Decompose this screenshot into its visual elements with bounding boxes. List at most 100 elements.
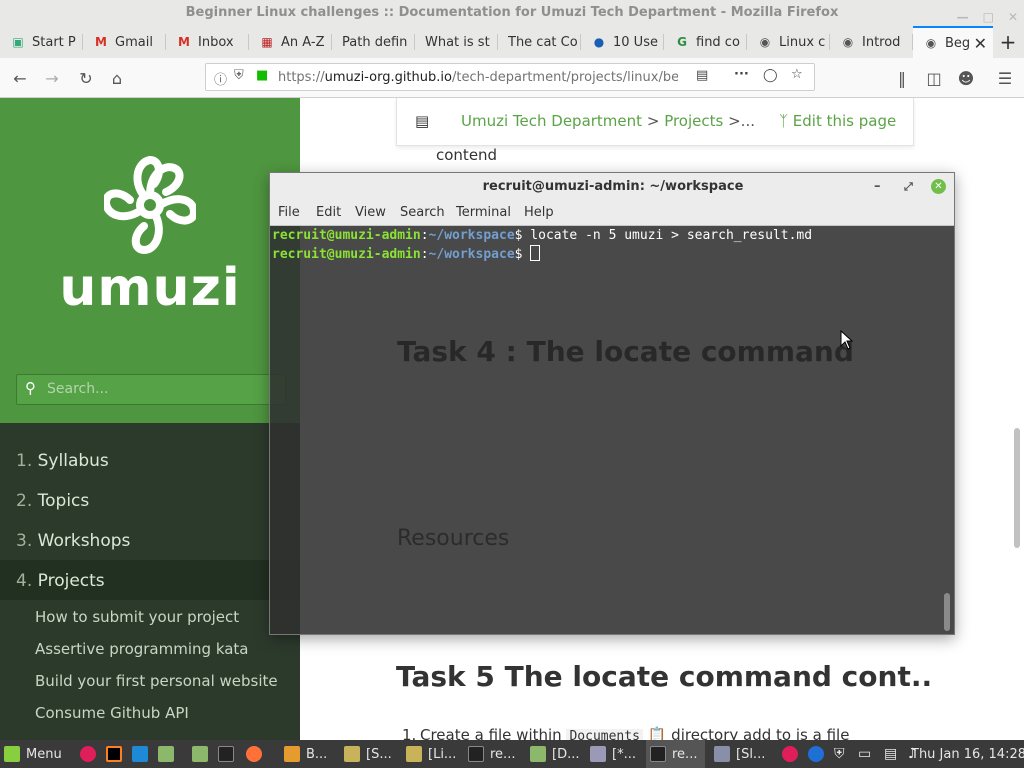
taskbar-window[interactable]: [Li... <box>406 740 456 768</box>
terminal-launcher[interactable] <box>218 740 240 768</box>
nav-item-syllabus[interactable]: 1. Syllabus <box>16 451 109 471</box>
tab-active[interactable]: ◉ Beg ✕ <box>913 26 993 58</box>
gmail-icon: M <box>95 35 107 49</box>
terminal-scrollbar[interactable] <box>944 593 950 631</box>
window-icon <box>406 746 422 762</box>
heading-task-5: Task 5 The locate command cont.. <box>396 660 933 693</box>
url-text[interactable]: https://umuzi-org.github.io/tech-departm… <box>278 70 678 85</box>
menu-search[interactable]: Search <box>400 205 445 220</box>
menu-edit[interactable]: Edit <box>316 205 341 220</box>
reload-icon[interactable]: ↻ <box>74 66 98 90</box>
sidebar-toggle-icon[interactable]: ◫ <box>922 66 946 90</box>
forward-icon[interactable]: → <box>40 66 64 90</box>
page-icon: ◉ <box>842 35 854 49</box>
minimize-icon[interactable]: – <box>874 173 881 200</box>
folder-icon <box>530 746 546 762</box>
slack-launcher[interactable] <box>80 740 102 768</box>
menu-terminal[interactable]: Terminal <box>456 205 511 220</box>
taskbar-window[interactable]: [Sl... <box>714 740 765 768</box>
sidebar-search-input[interactable]: Search... <box>16 374 286 405</box>
toc-icon[interactable]: ▤ <box>415 112 429 130</box>
home-icon[interactable]: ⌂ <box>105 66 129 90</box>
nav-subitem[interactable]: Assertive programming kata <box>35 640 249 658</box>
mouse-cursor-icon <box>840 330 854 350</box>
tab-label: 10 Use <box>613 34 658 50</box>
firefox-launcher[interactable] <box>246 740 268 768</box>
taskbar-window[interactable]: [*... <box>590 740 636 768</box>
tab-label: Linux c <box>779 34 826 50</box>
vpn-tray-icon[interactable] <box>808 740 824 768</box>
terminal-icon <box>468 746 484 762</box>
umuzi-logo-icon <box>104 155 196 255</box>
network-tray-icon[interactable]: ▤ <box>884 740 897 768</box>
taskbar-window-active[interactable]: re... <box>646 740 706 768</box>
close-icon[interactable]: ✕ <box>931 179 946 194</box>
taskbar-window[interactable]: B... <box>284 740 327 768</box>
edit-page-link[interactable]: ᛉ Edit this page <box>779 112 896 130</box>
mint-logo-icon <box>4 746 20 762</box>
sidebar: umuzi Search... ⚲ 1. Syllabus 2. Topics … <box>0 98 300 740</box>
clipboard-icon[interactable]: 📋 <box>648 726 667 740</box>
terminal-title: recruit@umuzi-admin: ~/workspace <box>482 179 744 194</box>
task-5-list-item: 1. Create a file within Documents 📋 dire… <box>402 726 849 740</box>
close-tab-icon[interactable]: ✕ <box>974 34 987 53</box>
tab[interactable]: G find co <box>664 26 747 58</box>
tab[interactable]: ◉ Linux c <box>747 26 830 58</box>
url-bar[interactable]: ⓘ ⛨ ■ https://umuzi-org.github.io/tech-d… <box>205 63 815 91</box>
nav-item-workshops[interactable]: 3. Workshops <box>16 531 130 551</box>
tab[interactable]: M Inbox <box>166 26 249 58</box>
page-actions-icon[interactable]: ··· <box>734 67 749 82</box>
pocket-icon[interactable]: ◯ <box>763 68 778 83</box>
terminal-titlebar[interactable]: recruit@umuzi-admin: ~/workspace – ⤢ ✕ <box>270 173 954 200</box>
terminal-output[interactable]: recruit@umuzi-admin:~/workspace$ locate … <box>270 226 942 634</box>
menu-file[interactable]: File <box>278 205 300 220</box>
breadcrumb-projects-link[interactable]: Projects <box>664 112 723 130</box>
nav-subitem[interactable]: How to submit your project <box>35 608 239 626</box>
back-icon[interactable]: ← <box>8 66 32 90</box>
info-icon[interactable]: ⓘ <box>214 69 227 88</box>
nav-item-projects[interactable]: 4. Projects <box>16 571 105 591</box>
account-icon[interactable]: ☻ <box>954 66 978 90</box>
nav-subitem[interactable]: Build your first personal website <box>35 672 278 690</box>
clock[interactable]: Thu Jan 16, 14:28 <box>911 740 1024 768</box>
terminal-menubar: File Edit View Search Terminal Help <box>270 200 954 226</box>
app-launcher[interactable] <box>158 740 180 768</box>
tab[interactable]: M Gmail <box>83 26 166 58</box>
taskbar-window[interactable]: [S... <box>344 740 392 768</box>
tab[interactable]: ◉ Introd <box>830 26 913 58</box>
reader-view-icon[interactable]: ▤ <box>696 68 708 83</box>
vscode-launcher[interactable] <box>132 740 154 768</box>
intellij-icon <box>106 746 122 762</box>
breadcrumb-root-link[interactable]: Umuzi Tech Department <box>461 112 642 130</box>
tab[interactable]: ● 10 Use <box>581 26 664 58</box>
sidebar-nav: 1. Syllabus 2. Topics 3. Workshops 4. Pr… <box>0 423 300 740</box>
files-launcher[interactable] <box>192 740 214 768</box>
start-menu-button[interactable]: Menu <box>4 740 62 768</box>
taskbar-window[interactable]: re... <box>468 740 515 768</box>
bookmark-star-icon[interactable]: ☆ <box>791 67 803 82</box>
library-icon[interactable]: ‖ <box>890 66 914 90</box>
taskbar-window[interactable]: [D... <box>530 740 579 768</box>
slack-tray-icon[interactable] <box>782 740 798 768</box>
nav-subitem[interactable]: Consume Github API <box>35 704 189 722</box>
new-tab-button[interactable]: + <box>993 26 1023 58</box>
nav-item-topics[interactable]: 2. Topics <box>16 491 89 511</box>
tab[interactable]: The cat Co <box>498 26 581 58</box>
shield-tray-icon[interactable]: ⛨ <box>834 740 845 768</box>
menu-view[interactable]: View <box>355 205 386 220</box>
terminal-window[interactable]: Task 4 : The locate command Resources re… <box>269 172 955 635</box>
tab[interactable]: What is st <box>415 26 498 58</box>
page-icon: ◉ <box>925 36 937 50</box>
hamburger-menu-icon[interactable]: ☰ <box>993 66 1017 90</box>
tab[interactable]: Path defin <box>332 26 415 58</box>
window-titlebar: Beginner Linux challenges :: Documentati… <box>0 0 1024 26</box>
page-scrollbar[interactable] <box>1014 428 1020 548</box>
tab[interactable]: ▣ Start P <box>0 26 83 58</box>
tab[interactable]: ▦ An A-Z <box>249 26 332 58</box>
intellij-launcher[interactable] <box>106 740 128 768</box>
chat-tray-icon[interactable]: ▭ <box>858 740 871 768</box>
window-icon <box>344 746 360 762</box>
menu-help[interactable]: Help <box>524 205 554 220</box>
tracking-shield-icon[interactable]: ⛨ <box>234 68 244 83</box>
maximize-icon[interactable]: ⤢ <box>904 173 913 200</box>
